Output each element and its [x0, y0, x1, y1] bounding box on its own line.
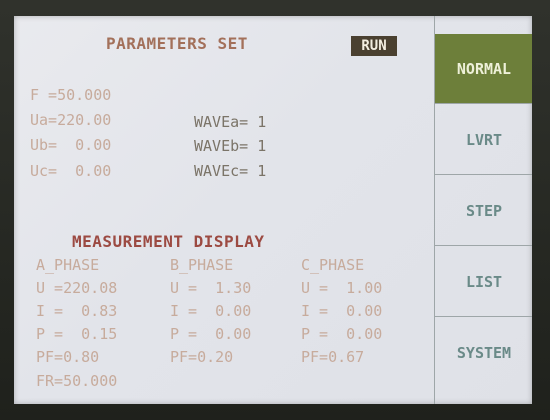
mode-sidebar: NORMAL LVRT STEP LIST SYSTEM	[434, 16, 532, 404]
sidebar-item-system[interactable]: SYSTEM	[435, 318, 532, 388]
c-phase-pf: PF=0.67	[301, 348, 365, 366]
frequency-param[interactable]: F =50.000	[30, 86, 111, 104]
c-phase-current: I = 0.00	[301, 302, 383, 320]
run-status-badge[interactable]: RUN	[351, 36, 397, 56]
sidebar-item-step[interactable]: STEP	[435, 176, 532, 246]
sidebar-item-normal[interactable]: NORMAL	[435, 34, 532, 104]
sidebar-item-lvrt[interactable]: LVRT	[435, 105, 532, 175]
ub-param[interactable]: Ub= 0.00	[30, 136, 111, 154]
c-phase-power: P = 0.00	[301, 325, 383, 343]
measurement-heading: MEASUREMENT DISPLAY	[72, 232, 265, 251]
wave-b-param[interactable]: WAVEb= 1	[194, 137, 266, 155]
sidebar-item-list[interactable]: LIST	[435, 247, 532, 317]
ua-param[interactable]: Ua=220.00	[30, 111, 111, 129]
main-panel: PARAMETERS SET RUN F =50.000 Ua=220.00 U…	[14, 16, 434, 404]
c-phase-header: C_PHASE	[301, 256, 365, 274]
a-phase-current: I = 0.83	[36, 302, 118, 320]
wave-c-param[interactable]: WAVEc= 1	[194, 162, 266, 180]
b-phase-power: P = 0.00	[170, 325, 252, 343]
a-phase-voltage: U =220.08	[36, 279, 118, 297]
wave-a-param[interactable]: WAVEa= 1	[194, 113, 266, 131]
a-phase-header: A_PHASE	[36, 256, 100, 274]
a-phase-power: P = 0.15	[36, 325, 118, 343]
lcd-screen: PARAMETERS SET RUN F =50.000 Ua=220.00 U…	[14, 16, 532, 404]
b-phase-pf: PF=0.20	[170, 348, 234, 366]
b-phase-voltage: U = 1.30	[170, 279, 252, 297]
c-phase-voltage: U = 1.00	[301, 279, 383, 297]
device-bezel: PARAMETERS SET RUN F =50.000 Ua=220.00 U…	[0, 0, 550, 420]
a-phase-pf: PF=0.80	[36, 348, 100, 366]
b-phase-header: B_PHASE	[170, 256, 234, 274]
b-phase-current: I = 0.00	[170, 302, 252, 320]
page-title: PARAMETERS SET	[106, 34, 248, 53]
uc-param[interactable]: Uc= 0.00	[30, 162, 111, 180]
frequency-readout: FR=50.000	[36, 372, 118, 390]
